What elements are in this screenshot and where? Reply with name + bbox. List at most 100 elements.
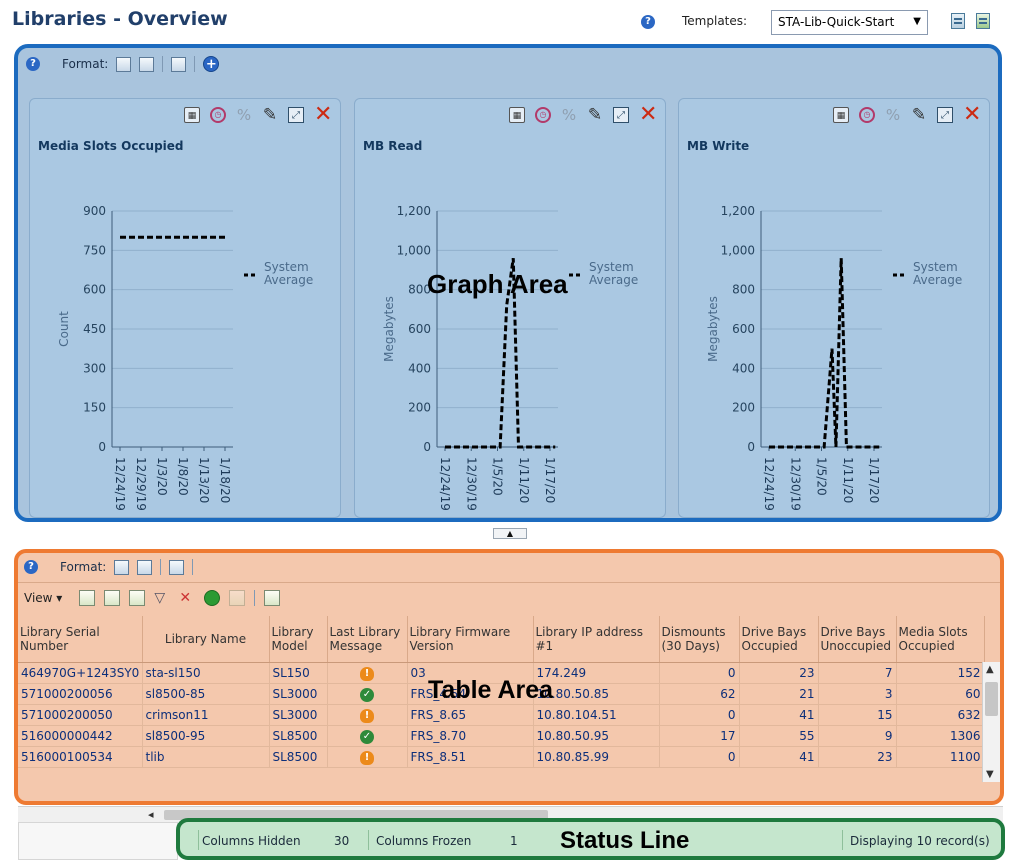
table-cell-bays-unocc: 3 [818, 683, 897, 705]
status-line: Columns Hidden 30 Columns Frozen 1 Statu… [176, 818, 1005, 860]
table-cell-fw: FRS_8.65 [407, 704, 534, 726]
edit-pencil-icon[interactable]: ✎ [911, 107, 927, 124]
table-cell-name: tlib [142, 746, 270, 768]
templates-dropdown[interactable]: STA-Lib-Quick-Start ▼ [771, 10, 928, 35]
view-menu[interactable]: View ▾ [24, 591, 62, 605]
close-icon[interactable]: ✕ [963, 104, 981, 126]
warning-status-icon: ! [360, 666, 374, 681]
columns-hidden-label: Columns Hidden [202, 834, 301, 848]
help-icon[interactable]: ? [26, 57, 40, 71]
help-icon[interactable]: ? [24, 560, 38, 574]
warning-status-icon: ! [360, 750, 374, 765]
help-icon[interactable]: ? [641, 15, 655, 29]
warning-status-icon: ! [360, 708, 374, 723]
expand-icon[interactable]: ⤢ [288, 107, 304, 123]
y-tick-label: 1,000 [721, 243, 755, 257]
clear-filter-icon[interactable]: ✕ [179, 590, 195, 606]
graph-title: MB Write [687, 139, 750, 153]
scroll-left-icon[interactable]: ◂ [148, 808, 154, 821]
x-tick-label: 1/17/20 [543, 457, 557, 503]
edit-pencil-icon[interactable]: ✎ [587, 107, 603, 124]
pane-splitter-handle[interactable]: ▲ [493, 528, 527, 539]
format-grid-icon[interactable] [116, 56, 132, 72]
y-axis-label: Megabytes [706, 296, 720, 362]
column-header[interactable]: Drive Bays Unoccupied [818, 616, 897, 663]
expand-icon[interactable]: ⤢ [613, 107, 629, 123]
records-count-text: Displaying 10 record(s) [850, 834, 990, 848]
column-header[interactable]: Library IP address #1 [533, 616, 660, 663]
table-row[interactable]: 516000000442 sl8500-95 SL8500 ✓ FRS_8.70 10.8… [18, 725, 985, 747]
template-settings-icon[interactable] [976, 13, 990, 29]
filter-icon[interactable]: ▽ [154, 590, 170, 606]
format-detail-icon[interactable] [137, 559, 153, 575]
table-cell-ip: 10.80.50.95 [533, 725, 660, 747]
y-tick-label: 900 [83, 204, 106, 218]
new-template-icon[interactable] [104, 589, 121, 606]
table-cell-serial: 516000100534 [18, 746, 143, 768]
table-cell-bays-occ: 21 [739, 683, 819, 705]
run-icon[interactable] [79, 589, 96, 606]
legend-label: System [913, 260, 958, 274]
expand-icon[interactable]: ⤢ [937, 107, 953, 123]
vertical-scrollbar[interactable]: ▲ ▼ [982, 662, 1000, 782]
table-cell-model: SL3000 [269, 683, 328, 705]
ok-status-icon: ✓ [360, 729, 374, 744]
table-cell-model: SL8500 [269, 725, 328, 747]
close-icon[interactable]: ✕ [314, 104, 332, 126]
percent-icon: % [236, 106, 252, 124]
column-header[interactable]: Library Model [269, 616, 328, 663]
legend-label: Average [589, 273, 638, 287]
export-icon[interactable] [129, 589, 146, 606]
y-tick-label: 300 [83, 361, 106, 375]
print-icon[interactable] [171, 56, 187, 72]
scroll-up-icon[interactable]: ▲ [986, 664, 994, 675]
legend-label: System [589, 260, 634, 274]
schedule-icon[interactable]: ▦ [509, 107, 525, 123]
table-cell-dismounts: 0 [659, 704, 740, 726]
table-cell-bays-unocc: 9 [818, 725, 897, 747]
y-tick-label: 0 [423, 440, 431, 454]
close-icon[interactable]: ✕ [639, 104, 657, 126]
graph-area: ? Format: + ▦ ◷ % ✎ ⤢ ✕ Media Slots Occu… [14, 44, 1002, 522]
column-header[interactable]: Drive Bays Occupied [739, 616, 819, 663]
column-header[interactable]: Last Library Message [327, 616, 408, 663]
graph-area-toolbar: ? Format: + [26, 54, 220, 74]
table-cell-dismounts: 0 [659, 662, 740, 684]
clock-icon[interactable]: ◷ [859, 107, 875, 123]
table-row[interactable]: 571000200050 crimson11 SL3000! FRS_8.65 10.8… [18, 704, 985, 726]
schedule-icon[interactable]: ▦ [184, 107, 200, 123]
scrollbar-thumb[interactable] [985, 682, 998, 716]
format-list-icon[interactable] [139, 56, 155, 72]
table-cell-bays-unocc: 15 [818, 704, 897, 726]
scroll-down-icon[interactable]: ▼ [986, 769, 994, 780]
save-template-icon[interactable] [951, 13, 965, 29]
graph-title: MB Read [363, 139, 423, 153]
x-tick-label: 1/13/20 [197, 457, 211, 503]
add-graph-icon[interactable]: + [203, 56, 220, 72]
edit-pencil-icon[interactable]: ✎ [262, 107, 278, 124]
table-cell-model: SL8500 [269, 746, 328, 768]
schedule-icon[interactable]: ▦ [833, 107, 849, 123]
column-header[interactable]: Dismounts (30 Days) [659, 616, 740, 663]
table-row[interactable]: 516000100534 tlib SL8500! FRS_8.51 10.80.85.… [18, 746, 985, 768]
refresh-icon[interactable] [204, 589, 221, 606]
status-frozen-area [18, 822, 178, 860]
view-menu-label: View [24, 590, 53, 605]
x-tick-label: 1/18/20 [218, 457, 232, 503]
column-header[interactable]: Library Serial Number [18, 616, 143, 663]
clock-icon[interactable]: ◷ [535, 107, 551, 123]
column-header[interactable]: Library Firmware Version [407, 616, 534, 663]
print-icon[interactable] [169, 559, 185, 575]
table-cell-serial: 571000200056 [18, 683, 143, 705]
detach-icon[interactable] [264, 589, 281, 606]
column-header[interactable]: Media Slots Occupied [896, 616, 985, 663]
table-cell-bays-unocc: 23 [818, 746, 897, 768]
y-tick-label: 600 [732, 322, 755, 336]
table-cell-fw: FRS_8.70 [407, 725, 534, 747]
templates-label: Templates: [682, 14, 748, 28]
column-header[interactable]: Library Name [142, 616, 270, 663]
clock-icon[interactable]: ◷ [210, 107, 226, 123]
status-line-annotation: Status Line [560, 827, 690, 854]
format-list-icon[interactable] [114, 559, 130, 575]
x-tick-label: 1/11/20 [841, 457, 855, 503]
